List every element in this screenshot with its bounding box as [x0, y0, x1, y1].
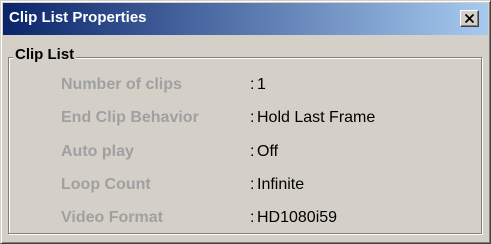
- close-icon: [465, 14, 474, 23]
- property-value: HD1080i59: [257, 209, 338, 226]
- clip-list-properties-dialog: Clip List Properties Clip List Number of…: [0, 0, 491, 244]
- property-value: Off: [257, 143, 279, 160]
- title-bar[interactable]: Clip List Properties: [3, 3, 488, 35]
- property-label: Loop Count: [61, 176, 151, 193]
- property-row-video-format: Video Format : HD1080i59: [1, 208, 481, 232]
- property-row-end-clip-behavior: End Clip Behavior : Hold Last Frame: [1, 108, 481, 132]
- property-separator: :: [250, 76, 255, 93]
- property-row-auto-play: Auto play : Off: [1, 142, 481, 166]
- property-label: Video Format: [61, 209, 163, 226]
- close-button[interactable]: [460, 10, 479, 27]
- property-separator: :: [250, 209, 255, 226]
- property-label: End Clip Behavior: [61, 109, 199, 126]
- property-label: Auto play: [61, 143, 134, 160]
- property-row-number-of-clips: Number of clips : 1: [1, 75, 481, 99]
- property-value: 1: [257, 76, 266, 93]
- property-row-loop-count: Loop Count : Infinite: [1, 175, 481, 199]
- property-value: Hold Last Frame: [257, 109, 376, 126]
- window-title: Clip List Properties: [9, 9, 147, 26]
- property-separator: :: [250, 143, 255, 160]
- property-separator: :: [250, 176, 255, 193]
- group-label: Clip List: [13, 46, 77, 64]
- property-label: Number of clips: [61, 76, 182, 93]
- property-separator: :: [250, 109, 255, 126]
- property-value: Infinite: [257, 176, 305, 193]
